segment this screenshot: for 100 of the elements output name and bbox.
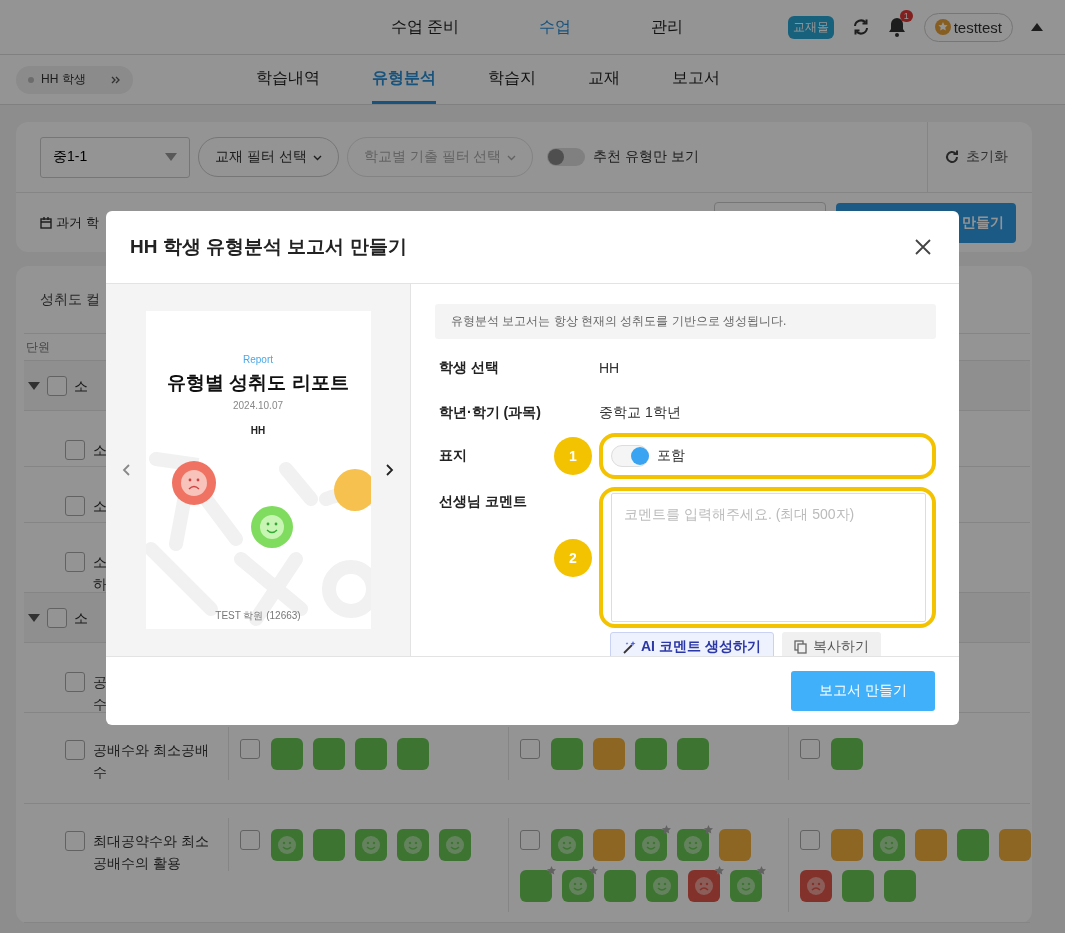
achievement-tile[interactable] [842,870,874,902]
achievement-tile[interactable] [313,738,345,770]
achievement-tile[interactable] [831,829,863,861]
checkbox[interactable] [800,830,820,850]
achievement-tile[interactable] [313,829,345,861]
checkbox[interactable] [65,831,85,851]
star-coin-icon [934,19,951,35]
student-chip[interactable]: HH 학생 [16,65,133,94]
star-icon [704,825,713,834]
copy-button[interactable]: 복사하기 [781,632,881,656]
unit-name: 소 [93,497,107,516]
achievement-tile[interactable] [551,829,583,861]
achievement-tile[interactable] [593,738,625,770]
checkbox[interactable] [47,608,67,628]
cover-date: 2024.10.07 [232,400,284,411]
field-label: 학생 선택 [438,358,500,377]
close-icon[interactable] [915,239,931,255]
tab[interactable]: 보고서 [672,55,720,104]
achievement-tile[interactable] [635,738,667,770]
checkbox[interactable] [520,830,540,850]
unit-name: 공 수 [93,673,107,714]
checkbox[interactable] [47,376,67,396]
checkbox[interactable] [65,740,85,760]
achievement-tile[interactable] [915,829,947,861]
nav-link[interactable]: 수업 준비 [391,16,460,38]
step-marker: 1 [554,437,592,475]
cover-title: 유형별 성취도 리포트 [167,371,349,395]
unit-name: 소 [74,376,88,396]
unit-name: 최대공약수와 최소 공배수의 활용 [93,832,209,873]
reset-button[interactable]: 초기화 [927,122,1032,192]
star-icon [547,866,556,875]
notice-text: 유형분석 보고서는 항상 현재의 성취도를 기반으로 생성됩니다. [435,304,936,339]
field-label: 학년·학기 (과목) [438,403,542,422]
checkbox[interactable] [65,496,85,516]
checkbox[interactable] [520,739,540,759]
field-label: 표지 [438,447,468,465]
field-value: HH [599,359,620,376]
unit-name: 공배수와 최소공배 수 [93,741,209,782]
achievement-tile[interactable] [604,870,636,902]
achievement-tile[interactable] [271,738,303,770]
achievement-tile[interactable] [397,829,429,861]
achievement-tile[interactable] [873,829,905,861]
nav-link[interactable]: 관리 [651,16,684,38]
checkbox[interactable] [240,739,260,759]
chevron-right-icon[interactable] [386,464,394,476]
user-menu[interactable]: testtest [923,12,1013,42]
copy-icon [793,640,807,654]
refresh-icon [944,149,960,165]
toggle-switch[interactable] [547,148,586,166]
bell-icon[interactable] [887,17,906,37]
double-chevron-icon [111,75,121,84]
achievement-tile[interactable] [355,829,387,861]
achievement-tile[interactable] [677,738,709,770]
legend-label: 성취도 컬 [40,290,100,309]
magic-wand-icon [623,640,637,654]
chevron-left-icon[interactable] [122,464,130,476]
modal-title: HH 학생 유형분석 보고서 만들기 [130,235,407,259]
achievement-tile[interactable] [646,870,678,902]
expand-caret-icon[interactable] [28,381,40,390]
caret-up-icon[interactable] [1031,23,1043,31]
achievement-tile[interactable] [831,738,863,770]
expand-caret-icon[interactable] [28,613,40,622]
notification-count: 1 [899,10,913,22]
achievement-tile[interactable] [999,829,1031,861]
ai-comment-button[interactable]: AI 코멘트 생성하기 [610,632,774,656]
achievement-tile[interactable] [593,829,625,861]
unit-name: 소 [93,441,107,460]
calendar-icon [40,217,52,229]
unit-name: 소 하 [93,553,107,594]
achievement-tile[interactable] [439,829,471,861]
achievement-tile[interactable] [884,870,916,902]
tab[interactable]: 교재 [588,55,620,104]
achievement-tile[interactable] [271,829,303,861]
checkbox[interactable] [800,739,820,759]
tab[interactable]: 학습지 [488,55,536,104]
caret-down-icon [165,153,177,161]
star-icon [589,866,598,875]
star-icon [715,866,724,875]
achievement-tile[interactable] [355,738,387,770]
grade-select[interactable]: 중1-1 [40,136,190,178]
achievement-tile[interactable] [551,738,583,770]
achievement-tile[interactable] [397,738,429,770]
achievement-tile[interactable] [800,870,832,902]
checkbox[interactable] [65,672,85,692]
step-marker: 2 [554,539,592,577]
field-value: 중학교 1학년 [599,403,681,422]
checkbox[interactable] [65,440,85,460]
past-label: 과거 학 [56,214,99,232]
filter-button[interactable]: 교재 필터 선택 [198,137,339,177]
achievement-tile[interactable] [719,829,751,861]
toggle-switch[interactable] [611,445,649,467]
comment-field[interactable]: 코멘트를 입력해주세요. (최대 500자) [611,493,926,622]
tab[interactable]: 학습내역 [256,55,320,104]
cover-footer: TEST 학원 (12663) [215,609,301,623]
checkbox[interactable] [65,552,85,572]
refresh-icon[interactable] [851,18,870,36]
achievement-tile[interactable] [957,829,989,861]
star-icon [662,825,671,834]
checkbox[interactable] [240,830,260,850]
cover-label: Report [243,354,273,365]
